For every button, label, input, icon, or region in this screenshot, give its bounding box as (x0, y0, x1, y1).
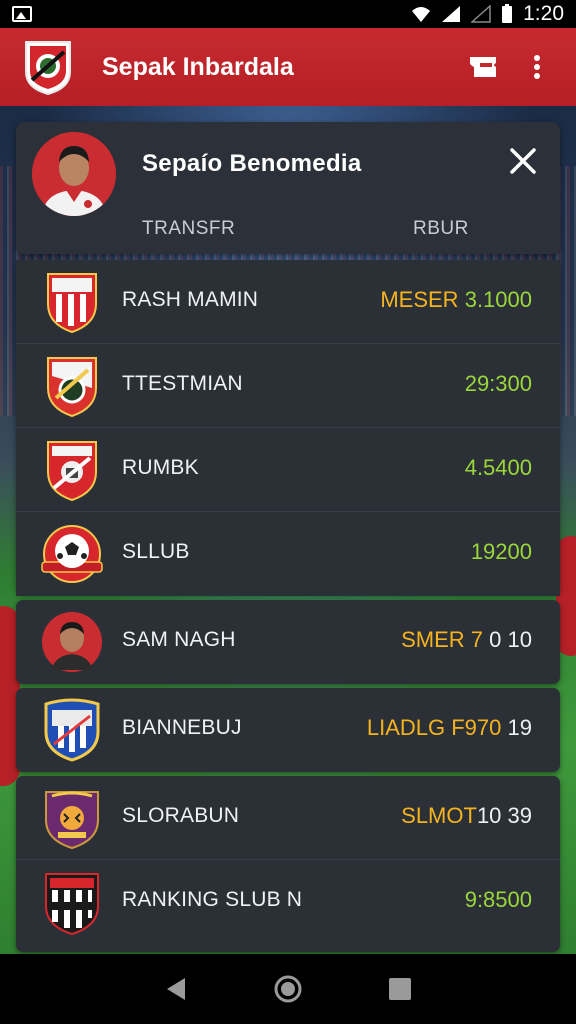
nav-back-button[interactable] (159, 972, 193, 1006)
list-item-label: SLORABUN (122, 804, 240, 827)
list-item-value: 4.5400 (464, 455, 532, 480)
player-avatar-icon (42, 612, 102, 672)
transfer-panel: Sepaío Benomedia TRANSFR RBUR RASH MAMIN… (16, 122, 560, 956)
list-item[interactable]: SLORABUN SLMOT10 39 (16, 776, 560, 860)
club-crest-black-white-icon (45, 873, 99, 936)
list-item-label: RANKING SLUB N (122, 888, 303, 911)
app-logo[interactable] (22, 38, 74, 96)
list-item-label: TTESTMIAN (122, 372, 243, 395)
club-crest-stripes-icon (47, 273, 97, 334)
club-crest-tiger-icon (45, 791, 99, 850)
status-time: 1:20 (523, 2, 564, 25)
player-photo-icon (32, 132, 116, 216)
tab-record[interactable]: RBUR (413, 218, 469, 240)
list-item-value: LIADLG F970 19 (366, 715, 532, 740)
football-badge-icon (41, 525, 103, 583)
list-item-label: RASH MAMIN (122, 288, 259, 311)
back-triangle-icon (167, 978, 185, 1000)
app-bar: Sepak Inbardala (0, 28, 576, 106)
status-bar: 1:20 (0, 0, 576, 28)
list-item[interactable]: SAM NAGH SMER 7 0 10 (16, 600, 560, 684)
list-item-label: SLLUB (122, 540, 190, 563)
list-item-label: RUMBK (122, 456, 199, 479)
recents-square-icon (389, 978, 411, 1000)
signal-icon (442, 6, 461, 22)
list-item-value: SLMOT10 39 (401, 803, 532, 828)
list-item-value: 19200 (470, 539, 532, 564)
more-vert-icon (534, 55, 540, 79)
tab-transfer[interactable]: TRANSFR (142, 218, 235, 240)
profile-card: Sepaío Benomedia TRANSFR RBUR (16, 122, 560, 254)
system-nav-bar (0, 954, 576, 1024)
cast-button[interactable] (466, 50, 500, 84)
list-item[interactable]: RANKING SLUB N 9:8500 (16, 860, 560, 952)
club-crest-knight-icon (47, 441, 97, 502)
club-shield-blue-icon (44, 698, 100, 762)
list-item-label: SAM NAGH (122, 628, 236, 651)
ticket-icon (470, 57, 496, 77)
list-item[interactable]: SLLUB 19200 (16, 512, 560, 596)
club-crest-ball-icon (47, 357, 97, 418)
list-item[interactable]: BIANNEBUJ LIADLG F970 19 (16, 688, 560, 772)
list-item[interactable]: TTESTMIAN 29:300 (16, 344, 560, 428)
close-icon[interactable] (508, 146, 538, 176)
nav-recents-button[interactable] (383, 972, 417, 1006)
wifi-icon (412, 7, 431, 22)
gallery-notification-icon (12, 6, 32, 22)
profile-name: Sepaío Benomedia (142, 150, 362, 177)
list-item-value: 29:300 (464, 371, 532, 396)
list-item-value: MESER 3.1000 (380, 287, 532, 312)
list-item-value: SMER 7 0 10 (401, 627, 532, 652)
list-item[interactable]: RUMBK 4.5400 (16, 428, 560, 512)
app-title: Sepak Inbardala (102, 52, 294, 81)
list-item[interactable]: RASH MAMIN MESER 3.1000 (16, 260, 560, 344)
overflow-menu-button[interactable] (520, 50, 554, 84)
list-item-label: BIANNEBUJ (122, 716, 242, 739)
list-item-value: 9:8500 (464, 887, 532, 912)
signal-empty-icon (471, 5, 491, 23)
home-circle-icon (274, 975, 302, 1003)
battery-icon (502, 4, 513, 23)
nav-home-button[interactable] (271, 972, 305, 1006)
profile-avatar[interactable] (32, 132, 116, 216)
